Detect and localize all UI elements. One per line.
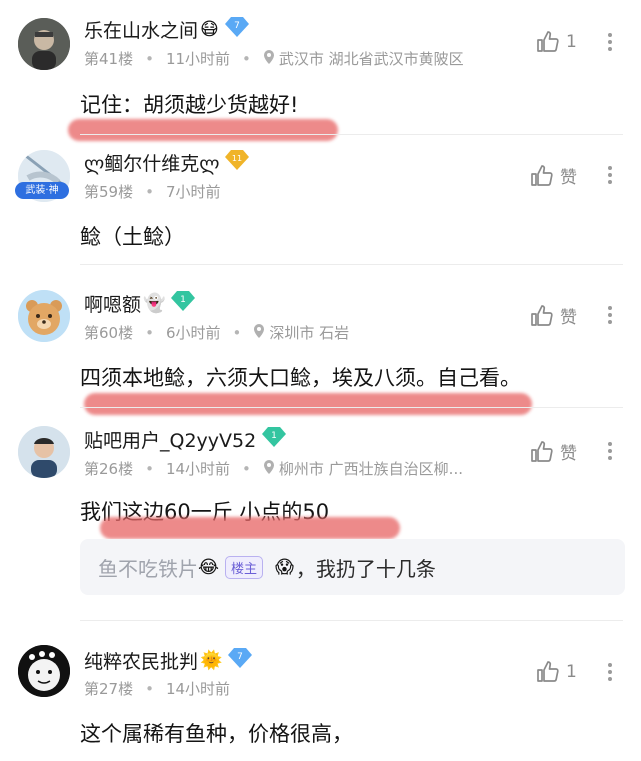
time-ago: 14小时前 <box>165 460 231 478</box>
more-vertical-icon[interactable] <box>600 439 620 465</box>
like-count: 1 <box>566 32 577 52</box>
author-name[interactable]: 纯粹农民批判 <box>84 647 198 674</box>
time-ago: 6小时前 <box>165 324 221 342</box>
floor-number: 第26楼 <box>84 460 134 478</box>
more-vertical-icon[interactable] <box>600 30 620 56</box>
comment-text: 记住：胡须越少货越好! <box>80 93 299 117</box>
like-button[interactable]: 赞 <box>530 163 577 188</box>
floor-number: 第41楼 <box>84 50 134 68</box>
floor-number: 第27楼 <box>84 680 134 698</box>
thumbs-up-icon <box>531 304 553 326</box>
author-row: 纯粹农民批判 🌞 7 <box>84 645 253 675</box>
comment-meta: 第41楼 • 11小时前 • 武汉市 湖北省武汉市黄陂区 <box>84 49 464 68</box>
author-name[interactable]: ლ鲴尔什维克ლ <box>84 149 219 176</box>
comment-meta: 第60楼 • 6小时前 • 深圳市 石岩 <box>84 323 350 342</box>
author-row: 贴吧用户_Q2yyV52 1 <box>84 424 287 454</box>
thumbs-up-icon <box>537 31 559 52</box>
like-button[interactable]: 赞 <box>530 303 577 328</box>
comment-meta: 第27楼 • 14小时前 <box>84 679 231 699</box>
avatar-photo-icon <box>18 18 70 70</box>
floor-number: 第59楼 <box>84 183 134 201</box>
level-number: 11 <box>232 154 242 163</box>
location-text: 深圳市 石岩 <box>269 324 350 342</box>
mask-emoji: 😷 <box>200 18 219 40</box>
thumbs-up-icon <box>537 661 559 682</box>
diamond-level-icon: 1 <box>262 426 287 452</box>
avatar-tag-text: 武装·神 <box>25 185 59 196</box>
level-number: 1 <box>271 431 277 441</box>
author-name[interactable]: 乐在山水之间 <box>84 16 198 43</box>
cartoon-avatar-icon <box>18 645 70 697</box>
author-name[interactable]: 啊嗯额 <box>84 290 141 317</box>
avatar[interactable] <box>18 290 70 342</box>
sun-emoji: 🌞 <box>200 649 223 671</box>
laughing-emoji: 😂 <box>198 556 220 578</box>
location-pin-icon <box>263 49 275 68</box>
time-ago: 7小时前 <box>165 183 221 201</box>
person-avatar-icon <box>18 426 70 478</box>
comment-text: 鲶（土鲶） <box>80 225 185 249</box>
author-name[interactable]: 贴吧用户_Q2yyV52 <box>84 426 256 453</box>
author-row: 乐在山水之间 😷 7 <box>84 14 249 44</box>
divider <box>80 264 623 265</box>
comment-meta: 第59楼 • 7小时前 <box>84 182 221 202</box>
location-pin-icon <box>263 459 275 478</box>
reply-preview[interactable]: 鱼不吃铁片 😂 楼主 😱 ，我扔了十几条 <box>80 539 625 595</box>
diamond-level-icon: 7 <box>224 16 249 42</box>
more-vertical-icon[interactable] <box>600 660 620 686</box>
thumbs-up-icon <box>531 164 553 186</box>
comment-text: 这个属稀有鱼种，价格很高， <box>80 722 353 746</box>
avatar[interactable] <box>18 426 70 478</box>
divider <box>80 620 623 621</box>
bear-avatar-icon <box>18 290 70 342</box>
level-number: 7 <box>238 652 244 662</box>
like-button[interactable]: 赞 <box>530 439 577 464</box>
redaction-stroke <box>100 517 400 539</box>
thumbs-up-icon <box>531 440 553 462</box>
more-vertical-icon[interactable] <box>600 303 620 329</box>
avatar[interactable] <box>18 645 70 697</box>
location-pin-icon <box>253 323 265 342</box>
diamond-level-icon: 7 <box>228 647 253 673</box>
location-text: 柳州市 广西壮族自治区柳... <box>278 460 463 478</box>
reply-text: ，我扔了十几条 <box>295 556 436 581</box>
shocked-emoji: 😱 <box>275 556 294 578</box>
reply-author[interactable]: 鱼不吃铁片 <box>98 553 198 582</box>
like-button[interactable]: 1 <box>536 30 577 54</box>
like-label: 赞 <box>560 444 577 464</box>
like-label: 赞 <box>560 168 577 188</box>
level-number: 7 <box>234 21 240 31</box>
author-row: ლ鲴尔什维克ლ 11 <box>84 147 250 177</box>
level-number: 1 <box>181 295 187 305</box>
like-button[interactable]: 1 <box>536 660 577 684</box>
redaction-stroke <box>84 393 532 415</box>
more-vertical-icon[interactable] <box>600 163 620 189</box>
redaction-stroke <box>68 119 338 141</box>
time-ago: 11小时前 <box>165 50 231 68</box>
floor-number: 第60楼 <box>84 324 134 342</box>
like-label: 赞 <box>560 308 577 328</box>
avatar[interactable] <box>18 18 70 70</box>
op-badge: 楼主 <box>225 555 264 579</box>
location-text: 武汉市 湖北省武汉市黄陂区 <box>278 50 464 68</box>
comment-text: 四须本地鲶，六须大口鲶，埃及八须。自己看。 <box>80 366 521 390</box>
author-row: 啊嗯额 👻 1 <box>84 288 196 318</box>
ghost-emoji: 👻 <box>143 292 166 314</box>
avatar-tag: 武装·神 <box>15 182 69 199</box>
like-count: 1 <box>566 662 577 682</box>
diamond-level-icon: 11 <box>225 149 250 175</box>
comment-meta: 第26楼 • 14小时前 • 柳州市 广西壮族自治区柳... <box>84 459 463 478</box>
divider <box>80 407 623 408</box>
diamond-level-icon: 1 <box>171 290 196 316</box>
divider <box>80 134 623 135</box>
time-ago: 14小时前 <box>165 680 231 698</box>
